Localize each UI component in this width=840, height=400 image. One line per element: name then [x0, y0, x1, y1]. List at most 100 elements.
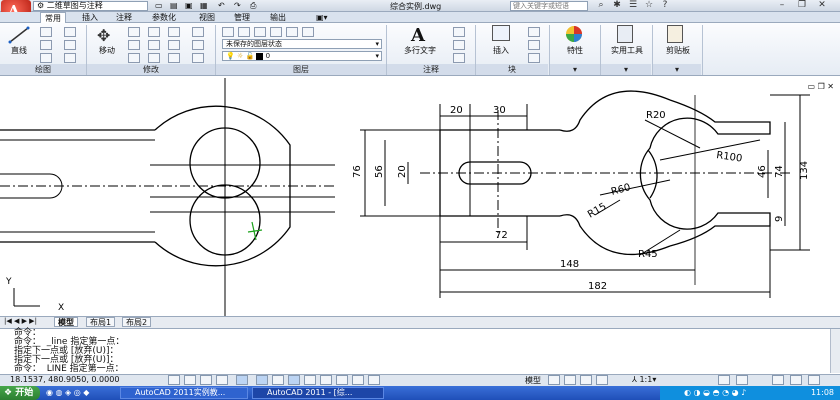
explode-icon[interactable] — [192, 27, 204, 37]
ducs-toggle[interactable] — [304, 375, 316, 385]
array-icon[interactable] — [168, 53, 180, 63]
clipboard-panel-expander[interactable]: ▾ — [653, 64, 701, 75]
layers-panel-title[interactable]: 图层 — [216, 64, 386, 75]
dyn-toggle[interactable] — [320, 375, 332, 385]
command-scrollbar[interactable] — [830, 329, 840, 373]
restore-icon[interactable]: ❐ — [795, 0, 809, 11]
tab-insert[interactable]: 插入 — [78, 12, 102, 23]
table-icon[interactable] — [453, 53, 465, 63]
copy-icon[interactable] — [128, 40, 140, 50]
quick-view-drawings-icon[interactable] — [564, 375, 576, 385]
linear-dimension-icon[interactable] — [453, 27, 465, 37]
modify-panel-title[interactable]: 修改 — [87, 64, 215, 75]
favorites-icon[interactable]: ☆ — [642, 0, 656, 11]
pan-icon[interactable] — [580, 375, 592, 385]
hatch-icon[interactable] — [64, 40, 76, 50]
taskbar-item-pdf[interactable]: AutoCAD 2011实例教... — [120, 387, 248, 399]
otrack-toggle[interactable] — [288, 375, 300, 385]
qat-saveas-icon[interactable]: ▦ — [200, 1, 208, 11]
lock-icon[interactable] — [736, 375, 748, 385]
isolate-objects-icon[interactable] — [790, 375, 802, 385]
utilities-panel-expander[interactable]: ▾ — [601, 64, 651, 75]
qat-redo-icon[interactable]: ↷ — [234, 1, 241, 11]
stretch-icon[interactable] — [128, 53, 140, 63]
coordinates-readout[interactable]: 18.1537, 480.9050, 0.0000 — [10, 375, 119, 384]
command-window[interactable] — [0, 328, 840, 374]
layer-icon[interactable] — [302, 27, 314, 37]
clean-screen-icon[interactable] — [808, 375, 820, 385]
leader-icon[interactable] — [453, 40, 465, 50]
annotation-panel-title[interactable]: 注释 — [387, 64, 475, 75]
offset-icon[interactable] — [192, 40, 204, 50]
line-button[interactable]: 直线 — [6, 45, 32, 56]
draw-panel-title[interactable]: 绘图 — [0, 64, 86, 75]
close-icon[interactable]: ✕ — [815, 0, 829, 11]
rotate-icon[interactable] — [128, 27, 140, 37]
tab-layout1[interactable]: 布局1 — [86, 317, 116, 327]
tab-home[interactable]: 常用 — [40, 12, 66, 23]
help-search-input[interactable]: 键入关键字或短语 — [510, 1, 588, 11]
tab-annotate[interactable]: 注释 — [112, 12, 136, 23]
ortho-toggle[interactable] — [216, 375, 228, 385]
grid-toggle[interactable] — [200, 375, 212, 385]
multiline-text-button[interactable]: 多行文字 — [396, 45, 444, 56]
zoom-icon[interactable] — [596, 375, 608, 385]
subscription-icon[interactable]: ✱ — [610, 0, 624, 11]
qat-undo-icon[interactable]: ↶ — [218, 1, 225, 11]
join-icon[interactable] — [192, 53, 204, 63]
clipboard-button[interactable]: 剪贴板 — [660, 45, 696, 56]
qat-open-icon[interactable]: ▤ — [170, 1, 178, 11]
layer-state-dropdown[interactable]: 未保存的图层状态 ▾ — [222, 39, 382, 49]
trim-icon[interactable] — [148, 27, 160, 37]
layer-icon[interactable] — [254, 27, 266, 37]
ribbon-minimize-icon[interactable]: ▣▾ — [312, 12, 332, 23]
properties-button[interactable]: 特性 — [558, 45, 592, 56]
transparency-toggle[interactable] — [352, 375, 364, 385]
rectangle-icon[interactable] — [64, 27, 76, 37]
create-block-icon[interactable] — [528, 27, 540, 37]
workspace-switcher[interactable]: ⚙ 二维草图与注释 — [33, 1, 148, 11]
workspace-switching-icon[interactable] — [718, 375, 730, 385]
quick-launch-icons[interactable]: ◉ ◍ ◈ ◎ ◆ — [46, 388, 89, 397]
help-icon[interactable]: ? — [658, 0, 672, 11]
qat-plot-icon[interactable]: ⎙ — [250, 1, 256, 11]
utilities-button[interactable]: 实用工具 — [604, 45, 650, 56]
insert-button[interactable]: 插入 — [486, 45, 516, 56]
layer-icon[interactable] — [238, 27, 250, 37]
qat-save-icon[interactable]: ▣ — [185, 1, 193, 11]
command-input-line[interactable]: 命令： LINE 指定第一点： — [14, 365, 124, 374]
communication-icon[interactable]: ☰ — [626, 0, 640, 11]
model-space-label[interactable]: 模型 — [525, 375, 541, 386]
minimize-icon[interactable]: – — [775, 0, 789, 11]
hardware-acceleration-icon[interactable] — [772, 375, 784, 385]
edit-block-icon[interactable] — [528, 40, 540, 50]
tab-parametric[interactable]: 参数化 — [148, 12, 180, 23]
polyline-icon[interactable] — [40, 27, 52, 37]
layer-icon[interactable] — [286, 27, 298, 37]
block-attribute-icon[interactable] — [528, 53, 540, 63]
start-button[interactable]: ❖ 开始 — [0, 386, 40, 400]
fillet-icon[interactable] — [168, 40, 180, 50]
taskbar-item-autocad[interactable]: AutoCAD 2011 - [综... — [252, 387, 384, 399]
properties-panel-expander[interactable]: ▾ — [550, 64, 600, 75]
quick-view-layouts-icon[interactable] — [548, 375, 560, 385]
tab-layout2[interactable]: 布局2 — [122, 317, 152, 327]
tab-model[interactable]: 模型 — [54, 317, 78, 327]
tray-icons[interactable]: ◐ ◑ ◒ ◓ ◔ ◕ ♪ — [684, 388, 746, 397]
tab-output[interactable]: 输出 — [266, 12, 290, 23]
3d-osnap-toggle[interactable] — [272, 375, 284, 385]
lineweight-toggle[interactable] — [336, 375, 348, 385]
annotation-scale[interactable]: ⅄ 1:1▾ — [632, 375, 656, 384]
erase-icon[interactable] — [168, 27, 180, 37]
arc-icon[interactable] — [40, 53, 52, 63]
block-panel-title[interactable]: 块 — [476, 64, 548, 75]
tab-manage[interactable]: 管理 — [230, 12, 254, 23]
snap-toggle[interactable] — [184, 375, 196, 385]
mirror-icon[interactable] — [148, 40, 160, 50]
qat-new-icon[interactable]: ▭ — [155, 1, 163, 11]
layer-dropdown[interactable]: 💡 ☼ 🔓 0 ▾ — [222, 51, 382, 61]
tab-nav-arrows[interactable]: |◀ ◀ ▶ ▶| — [4, 317, 37, 325]
layer-properties-icon[interactable] — [222, 27, 234, 37]
search-icon[interactable]: ⌕ — [594, 0, 608, 11]
polar-toggle[interactable] — [236, 375, 248, 385]
